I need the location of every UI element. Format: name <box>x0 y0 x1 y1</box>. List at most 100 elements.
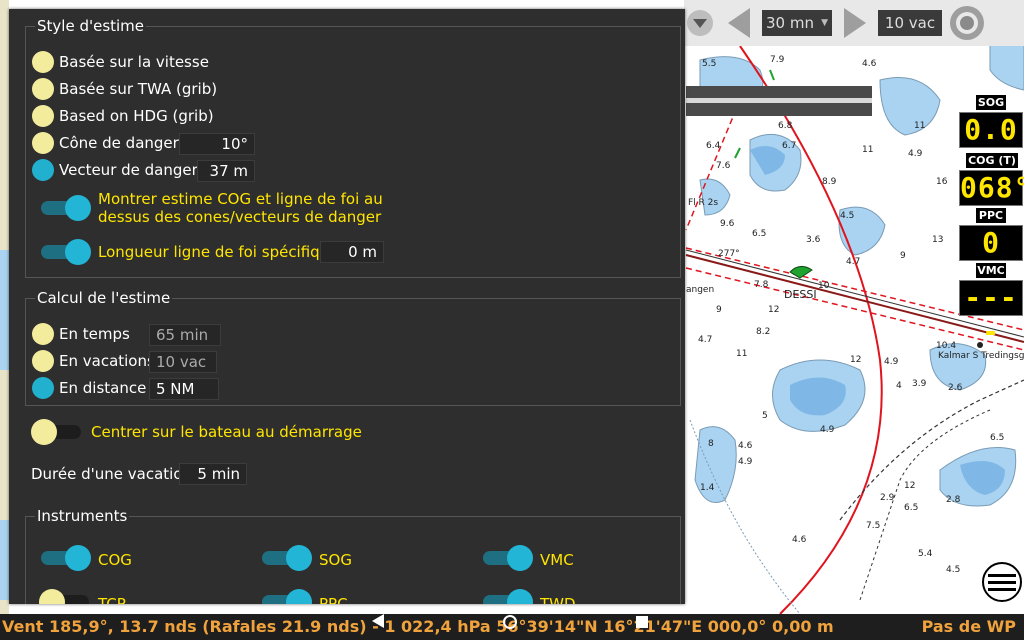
vacation-duration-input[interactable]: 5 min <box>179 463 247 485</box>
radio-label: Basée sur TWA (grib) <box>59 80 218 98</box>
depth-label: 11 <box>736 349 747 359</box>
radio-label: En distance <box>59 379 147 397</box>
toggle-center-on-boat[interactable] <box>31 419 83 445</box>
toggle-thumb <box>39 589 65 604</box>
depth-label: 4.5 <box>946 565 960 575</box>
toggle-heading-line-length[interactable] <box>39 239 91 265</box>
vmc-label: VMC <box>976 263 1006 278</box>
depth-label: 12 <box>904 481 915 491</box>
radio-label: En temps <box>59 325 130 343</box>
depth-label: 4.6 <box>792 535 807 545</box>
radio-by-distance[interactable]: En distance <box>32 377 146 399</box>
toggle-thumb <box>65 545 91 571</box>
radio-label: Cône de dangers <box>59 134 187 152</box>
toggle-instrument-twd[interactable] <box>481 589 533 604</box>
toggle-instrument-ppc[interactable] <box>260 589 312 604</box>
depth-label: 4 <box>896 381 902 391</box>
depth-label: 2.8 <box>946 495 961 505</box>
radio-by-time[interactable]: En temps <box>32 323 130 345</box>
back-icon[interactable] <box>372 614 384 628</box>
vacations-value[interactable]: 10 vac <box>878 10 942 36</box>
ppc-display[interactable]: 0 <box>959 225 1023 261</box>
depth-label: 2.6 <box>948 383 963 393</box>
collapse-toolbar-icon[interactable] <box>686 8 714 38</box>
radio-button[interactable] <box>32 51 54 73</box>
radio-button-selected[interactable] <box>32 377 54 399</box>
interval-select[interactable]: 30 mn ▼ <box>762 10 832 36</box>
cog-label: COG (T) <box>966 153 1018 168</box>
vacation-duration-label: Durée d'une vacation <box>31 465 193 483</box>
vessel-name-label: DESSI <box>784 288 817 301</box>
sog-display[interactable]: 0.0 <box>959 112 1023 148</box>
radio-danger-vector[interactable]: Vecteur de dangers <box>32 159 206 181</box>
toggle-instrument-cog[interactable] <box>39 545 91 571</box>
depth-label: 4.9 <box>908 149 923 159</box>
estimate-calc-title: Calcul de l'estime <box>35 289 173 307</box>
depth-label: 8 <box>708 439 714 449</box>
depth-label: 4.6 <box>862 59 877 69</box>
radio-button[interactable] <box>32 105 54 127</box>
radio-by-vacations[interactable]: En vacations <box>32 350 155 372</box>
menu-button[interactable] <box>982 562 1022 602</box>
depth-label: 1.4 <box>700 483 715 493</box>
depth-label: 6.5 <box>990 433 1004 443</box>
waypoint-status[interactable]: Pas de WP <box>922 614 1016 640</box>
place-label: Kalmar S Tredingsgrund <box>938 351 1024 361</box>
depth-label: 7.9 <box>770 55 785 65</box>
record-target-icon[interactable] <box>948 4 986 42</box>
cog-display[interactable]: 068° <box>959 170 1024 206</box>
place-label: angen <box>686 285 714 295</box>
instrument-sog-label: SOG <box>319 551 352 569</box>
radio-button[interactable] <box>32 78 54 100</box>
heading-line-length-input[interactable]: 0 m <box>320 241 384 263</box>
toggle-instrument-vmc[interactable] <box>481 545 533 571</box>
toggle-show-cog-line[interactable] <box>39 195 91 221</box>
depth-label: 12 <box>768 305 779 315</box>
depth-label: 4.9 <box>884 357 899 367</box>
vmc-display[interactable]: ---- <box>959 280 1023 348</box>
instrument-tcp-label: TCP <box>98 595 126 604</box>
distance-input[interactable]: 5 NM <box>149 378 219 400</box>
toggle-instrument-tcp[interactable] <box>39 589 91 604</box>
toggle-thumb <box>65 239 91 265</box>
recent-apps-icon[interactable] <box>636 616 648 628</box>
depth-label: 6.4 <box>706 141 721 151</box>
vacations-input[interactable]: 10 vac <box>149 351 217 373</box>
ppc-label: PPC <box>976 208 1006 223</box>
depth-label: 13 <box>932 235 943 245</box>
instrument-ppc-label: PPC <box>319 595 348 604</box>
depth-label: 2.9 <box>880 493 895 503</box>
radio-label: En vacations <box>59 352 155 370</box>
instruments-title: Instruments <box>35 507 130 525</box>
danger-cone-angle-input[interactable]: 10° <box>179 133 255 155</box>
depth-label: 9 <box>716 305 722 315</box>
radio-label: Based on HDG (grib) <box>59 107 214 125</box>
radio-button-selected[interactable] <box>32 159 54 181</box>
toggle-instrument-sog[interactable] <box>260 545 312 571</box>
show-cog-line-label: Montrer estime COG et ligne de foi au de… <box>98 190 383 226</box>
depth-label: 16 <box>936 177 948 187</box>
interval-select-value: 30 mn <box>766 14 814 32</box>
depth-label: 5 <box>762 411 768 421</box>
previous-time-button[interactable] <box>726 6 752 40</box>
toggle-thumb <box>507 589 533 604</box>
home-icon[interactable] <box>503 615 517 629</box>
radio-button[interactable] <box>32 132 54 154</box>
danger-vector-length-input[interactable]: 37 m <box>197 160 255 182</box>
center-on-boat-label: Centrer sur le bateau au démarrage <box>91 423 362 441</box>
radio-twa-based[interactable]: Basée sur TWA (grib) <box>32 78 217 100</box>
radio-danger-cone[interactable]: Cône de dangers <box>32 132 187 154</box>
show-cog-line-label-line2: dessus des cones/vecteurs de danger <box>98 208 382 226</box>
radio-button[interactable] <box>32 350 54 372</box>
sog-label: SOG <box>976 95 1006 110</box>
toggle-thumb <box>286 589 312 604</box>
radio-button[interactable] <box>32 323 54 345</box>
time-input[interactable]: 65 min <box>149 324 221 346</box>
toggle-thumb <box>31 419 57 445</box>
heading-line-length-label: Longueur ligne de foi spécifique <box>98 243 339 261</box>
next-time-button[interactable] <box>842 6 868 40</box>
instrument-cog-label: COG <box>98 551 132 569</box>
depth-label: 7.5 <box>866 521 880 531</box>
radio-speed-based[interactable]: Basée sur la vitesse <box>32 51 209 73</box>
radio-hdg-based[interactable]: Based on HDG (grib) <box>32 105 214 127</box>
